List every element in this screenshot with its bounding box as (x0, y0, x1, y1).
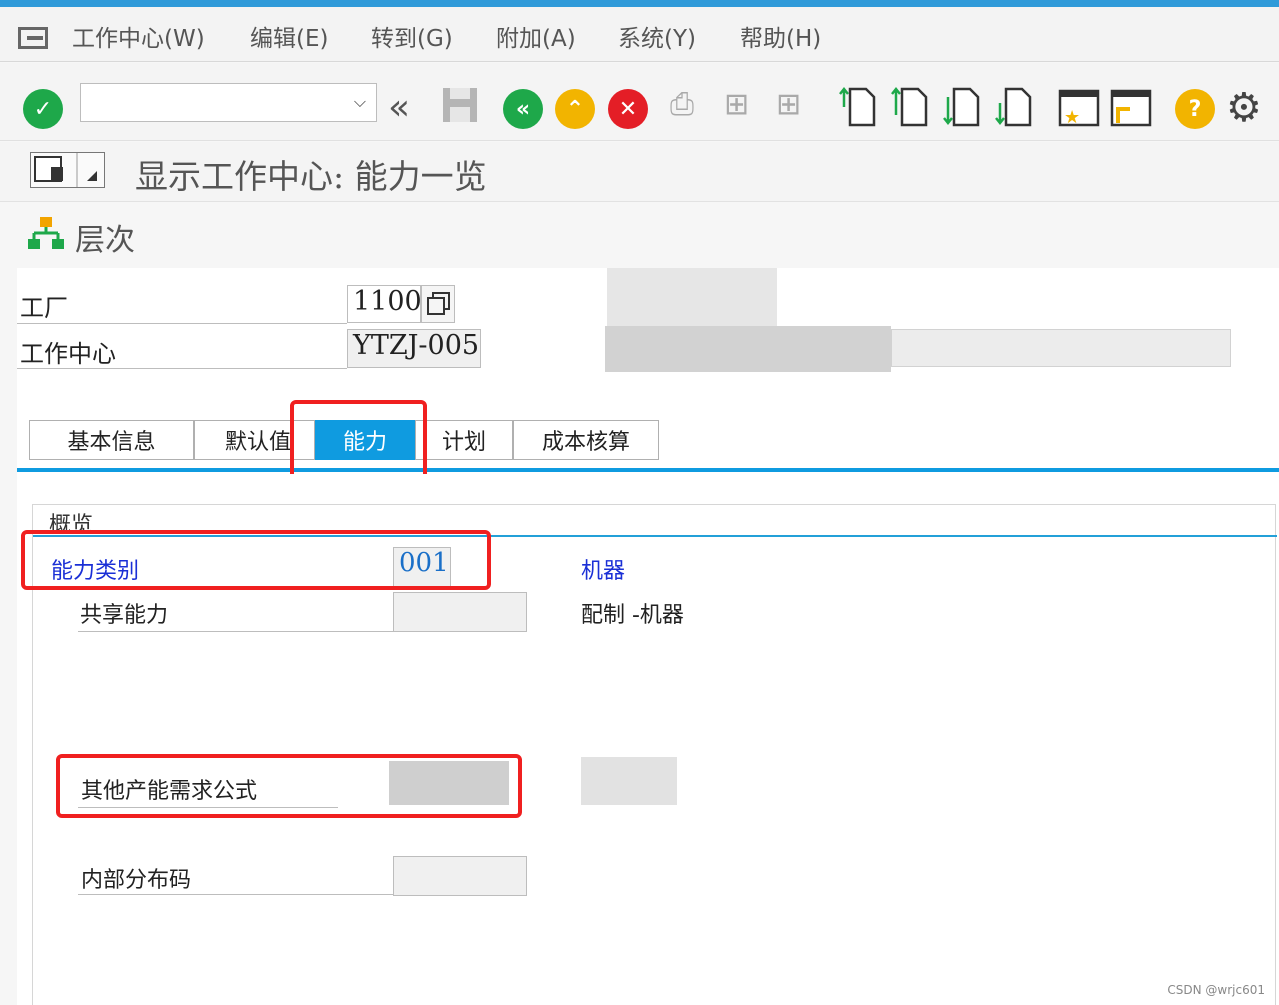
standard-toolbar: ✓ ⌵ « « ⌃ ✕ ⎙ ⊞ ⊞ ★ ? ⚙ (0, 63, 1279, 141)
menu-item-extras[interactable]: 附加(A) (496, 19, 576, 53)
plant-label: 工厂 (20, 294, 68, 322)
highlight-box-tab (290, 400, 427, 484)
highlight-box-capacity-category (21, 530, 491, 590)
first-page-icon[interactable] (838, 85, 878, 127)
exit-icon[interactable]: ⌃ (555, 89, 595, 129)
workcenter-input: YTZJ-005 (347, 329, 481, 368)
distribution-key-label: 内部分布码 (81, 868, 192, 893)
find-next-icon[interactable]: ⊞ (776, 87, 801, 122)
next-page-icon[interactable] (942, 85, 982, 127)
find-icon[interactable]: ⊞ (724, 87, 749, 122)
page-title: 显示工作中心: 能力一览 (135, 157, 487, 196)
watermark: CSDN @wrjc601 (1167, 983, 1265, 997)
tab-strip: 基本信息 默认值 能力 计划 成本核算 (17, 400, 1279, 484)
plant-description (607, 268, 777, 326)
svg-text:★: ★ (1064, 107, 1080, 128)
last-page-icon[interactable] (994, 85, 1034, 127)
shared-capacity-input[interactable] (393, 592, 527, 632)
shared-capacity-label: 共享能力 (80, 603, 169, 628)
menu-item-edit[interactable]: 编辑(E) (250, 19, 328, 53)
title-bar: 显示工作中心: 能力一览 (0, 142, 1279, 202)
workcenter-label: 工作中心 (20, 340, 116, 368)
capacity-category-description: 机器 (581, 559, 626, 584)
value-help-icon[interactable] (421, 285, 455, 323)
save-icon[interactable] (440, 85, 480, 125)
tab-basic-data[interactable]: 基本信息 (29, 420, 194, 460)
hierarchy-row: 层次 (0, 203, 1279, 265)
cancel-icon[interactable]: ✕ (608, 89, 648, 129)
workcenter-description-field (891, 329, 1231, 367)
new-session-icon[interactable]: ★ (1058, 87, 1100, 129)
tab-scheduling[interactable]: 计划 (415, 420, 513, 460)
help-icon[interactable]: ? (1175, 89, 1215, 129)
menu-item-goto[interactable]: 转到(G) (371, 19, 453, 53)
menu-item-help[interactable]: 帮助(H) (740, 19, 821, 53)
hierarchy-icon[interactable] (28, 215, 64, 251)
menu-item-workcenter[interactable]: 工作中心(W) (72, 19, 205, 53)
enter-icon[interactable]: ✓ (23, 89, 63, 129)
highlight-box-other-formula (56, 754, 522, 818)
menu-item-system[interactable]: 系统(Y) (618, 19, 696, 53)
distribution-key-input[interactable] (393, 856, 527, 896)
header-fields: 工厂 1100 工作中心 YTZJ-005 (17, 268, 1279, 410)
distribution-key-line (78, 894, 393, 895)
sap-window: { "menubar": { "items": ["工作中心(W)", "编辑(… (0, 0, 1279, 1005)
print-icon[interactable]: ⎙ (670, 87, 694, 122)
shared-capacity-description: 配制 -机器 (581, 603, 684, 628)
command-field[interactable]: ⌵ (80, 83, 377, 122)
display-change-button[interactable] (30, 152, 105, 188)
tab-underline (17, 468, 1279, 472)
menu-icon[interactable] (18, 27, 48, 49)
plant-label-line (17, 323, 347, 324)
shared-capacity-line (78, 631, 393, 632)
tab-costing[interactable]: 成本核算 (513, 420, 659, 460)
plant-input[interactable]: 1100 (347, 285, 422, 323)
chevron-down-icon[interactable]: ⌵ (354, 92, 366, 112)
prev-page-icon[interactable] (890, 85, 930, 127)
shortcut-icon[interactable] (1110, 87, 1152, 129)
workcenter-label-line (17, 368, 347, 369)
workcenter-description (605, 326, 891, 372)
settings-icon[interactable]: ⚙ (1226, 85, 1262, 131)
tab-content: 概览 能力类别 001 机器 共享能力 配制 -机器 其他产能需求公式 内部分布… (17, 474, 1279, 1005)
menu-bar: 工作中心(W) 编辑(E) 转到(G) 附加(A) 系统(Y) 帮助(H) (0, 7, 1279, 62)
hierarchy-label[interactable]: 层次 (75, 215, 135, 259)
top-accent-bar (0, 0, 1279, 7)
back-icon[interactable]: « (503, 89, 543, 129)
other-formula-description (581, 757, 677, 805)
back-double-icon[interactable]: « (388, 87, 410, 128)
